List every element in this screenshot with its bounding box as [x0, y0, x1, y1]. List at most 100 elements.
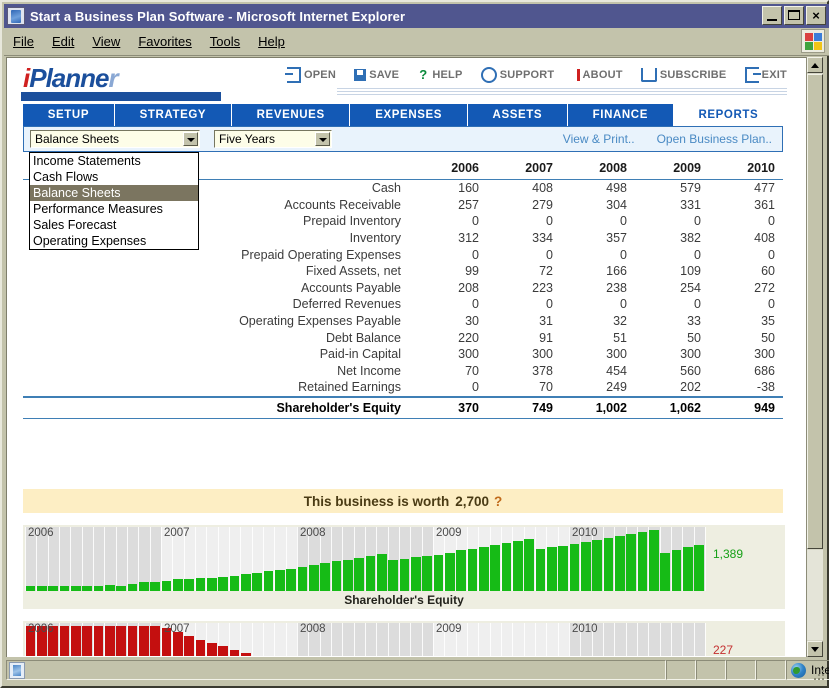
- table-cell: 300: [487, 346, 561, 363]
- tab-reports[interactable]: REPORTS: [674, 104, 783, 126]
- toolbar-subscribe[interactable]: SUBSCRIBE: [641, 68, 727, 82]
- table-cell: 312: [413, 230, 487, 247]
- chart-bar: [309, 565, 319, 591]
- scrollbar-thumb[interactable]: [807, 74, 823, 549]
- tab-revenues[interactable]: REVENUES: [232, 104, 351, 126]
- table-cell: 361: [709, 197, 783, 214]
- logo-r: r: [108, 63, 117, 93]
- chart-bar: [60, 586, 70, 591]
- chevron-down-icon[interactable]: [183, 132, 198, 146]
- menu-edit[interactable]: Edit: [43, 31, 83, 52]
- toolbar-open-label: OPEN: [304, 69, 336, 81]
- year-label: 2010: [569, 623, 598, 635]
- report-type-select[interactable]: Balance Sheets: [30, 130, 200, 148]
- close-button[interactable]: ×: [806, 6, 826, 25]
- tab-setup[interactable]: SETUP: [23, 104, 115, 126]
- tab-reports-label: REPORTS: [698, 109, 758, 121]
- table-cell: 60: [709, 263, 783, 280]
- cart-icon: [641, 68, 657, 82]
- table-cell: 35: [709, 313, 783, 330]
- table-cell: 72: [487, 263, 561, 280]
- grid-line: [705, 623, 706, 656]
- menu-favorites[interactable]: Favorites: [129, 31, 200, 52]
- scroll-down-button[interactable]: [807, 641, 823, 657]
- chart-bar: [615, 536, 625, 591]
- chart-bar: [377, 554, 387, 591]
- tab-strategy[interactable]: STRATEGY: [115, 104, 232, 126]
- table-row: Net Income70378454560686: [23, 363, 783, 380]
- maximize-button[interactable]: [784, 6, 804, 25]
- table-cell: 304: [561, 197, 635, 214]
- site-header: iPlanner OPEN SAVE ?HELP SUPPORT ABOUT S…: [7, 58, 794, 104]
- table-cell: 0: [487, 296, 561, 313]
- tab-expenses[interactable]: EXPENSES: [350, 104, 467, 126]
- business-worth-value: 2,700: [455, 494, 489, 509]
- dropdown-option-performance-measures[interactable]: Performance Measures: [30, 201, 198, 217]
- dropdown-option-cash-flows[interactable]: Cash Flows: [30, 169, 198, 185]
- menu-file[interactable]: File: [4, 31, 43, 52]
- chevron-down-icon[interactable]: [315, 132, 330, 146]
- document-icon: [9, 662, 25, 679]
- help-marker-icon[interactable]: ?: [494, 494, 502, 509]
- table-cell: 220: [413, 329, 487, 346]
- chart-bar: [94, 586, 104, 591]
- chart-bar: [604, 538, 614, 591]
- tab-setup-label: SETUP: [48, 109, 89, 121]
- resize-grip[interactable]: [811, 667, 824, 680]
- dropdown-option-sales-forecast[interactable]: Sales Forecast: [30, 217, 198, 233]
- table-cell: 0: [413, 246, 487, 263]
- dropdown-option-operating-expenses[interactable]: Operating Expenses: [30, 233, 198, 249]
- scroll-up-button[interactable]: [807, 57, 823, 73]
- chart-bar: [354, 558, 364, 591]
- scrollbar-track[interactable]: [807, 550, 823, 640]
- equity-end-value: 1,389: [713, 547, 743, 561]
- year-label: 2006: [25, 623, 54, 635]
- dropdown-option-label: Balance Sheets: [33, 186, 121, 200]
- table-cell: 300: [561, 346, 635, 363]
- menu-tools-label: Tools: [210, 34, 240, 49]
- toolbar-exit-label: EXIT: [762, 69, 787, 81]
- table-cell: 50: [709, 329, 783, 346]
- table-cell: 579: [635, 180, 709, 197]
- menu-tools[interactable]: Tools: [201, 31, 249, 52]
- chart-bar: [388, 560, 398, 591]
- period-select[interactable]: Five Years: [214, 130, 332, 148]
- toolbar-help[interactable]: ?HELP: [417, 69, 462, 81]
- toolbar-about[interactable]: ABOUT: [573, 69, 623, 81]
- open-business-plan-link[interactable]: Open Business Plan..: [657, 132, 772, 146]
- logo-underline: [21, 92, 221, 101]
- report-type-dropdown-list: Income Statements Cash Flows Balance She…: [29, 152, 199, 250]
- dropdown-option-label: Income Statements: [33, 154, 141, 168]
- menu-help[interactable]: Help: [249, 31, 294, 52]
- save-icon: [354, 69, 366, 81]
- chart-bar: [218, 577, 228, 591]
- menu-view[interactable]: View: [83, 31, 129, 52]
- table-cell: 70: [413, 363, 487, 380]
- toolbar-exit[interactable]: EXIT: [745, 67, 787, 83]
- toolbar-save[interactable]: SAVE: [354, 69, 399, 81]
- equity-plot-area: 20062007200820092010: [25, 527, 705, 591]
- view-print-link[interactable]: View & Print..: [563, 132, 635, 146]
- debt-end-value: 227: [713, 643, 733, 656]
- toolbar-subscribe-label: SUBSCRIBE: [660, 69, 727, 81]
- dropdown-option-balance-sheets[interactable]: Balance Sheets: [30, 185, 198, 201]
- chart-bar: [683, 547, 693, 591]
- table-cell: 0: [709, 296, 783, 313]
- title-bar: Start a Business Plan Software - Microso…: [4, 4, 829, 28]
- business-worth-text: This business is worth: [304, 494, 450, 509]
- minimize-button[interactable]: [762, 6, 782, 25]
- table-cell: 249: [561, 379, 635, 397]
- toolbar-support[interactable]: SUPPORT: [481, 67, 555, 83]
- tab-finance[interactable]: FINANCE: [568, 104, 674, 126]
- vertical-scrollbar[interactable]: [806, 57, 823, 657]
- chart-bar: [434, 555, 444, 591]
- tab-revenues-label: REVENUES: [257, 109, 325, 121]
- chart-bar: [524, 539, 534, 591]
- toolbar-open[interactable]: OPEN: [287, 67, 336, 83]
- chart-bar: [411, 557, 421, 591]
- tab-assets[interactable]: ASSETS: [468, 104, 568, 126]
- main-nav-tabs: SETUP STRATEGY REVENUES EXPENSES ASSETS …: [23, 104, 783, 126]
- toolbar-save-label: SAVE: [369, 69, 399, 81]
- chart-bar: [490, 545, 500, 591]
- dropdown-option-income-statements[interactable]: Income Statements: [30, 153, 198, 169]
